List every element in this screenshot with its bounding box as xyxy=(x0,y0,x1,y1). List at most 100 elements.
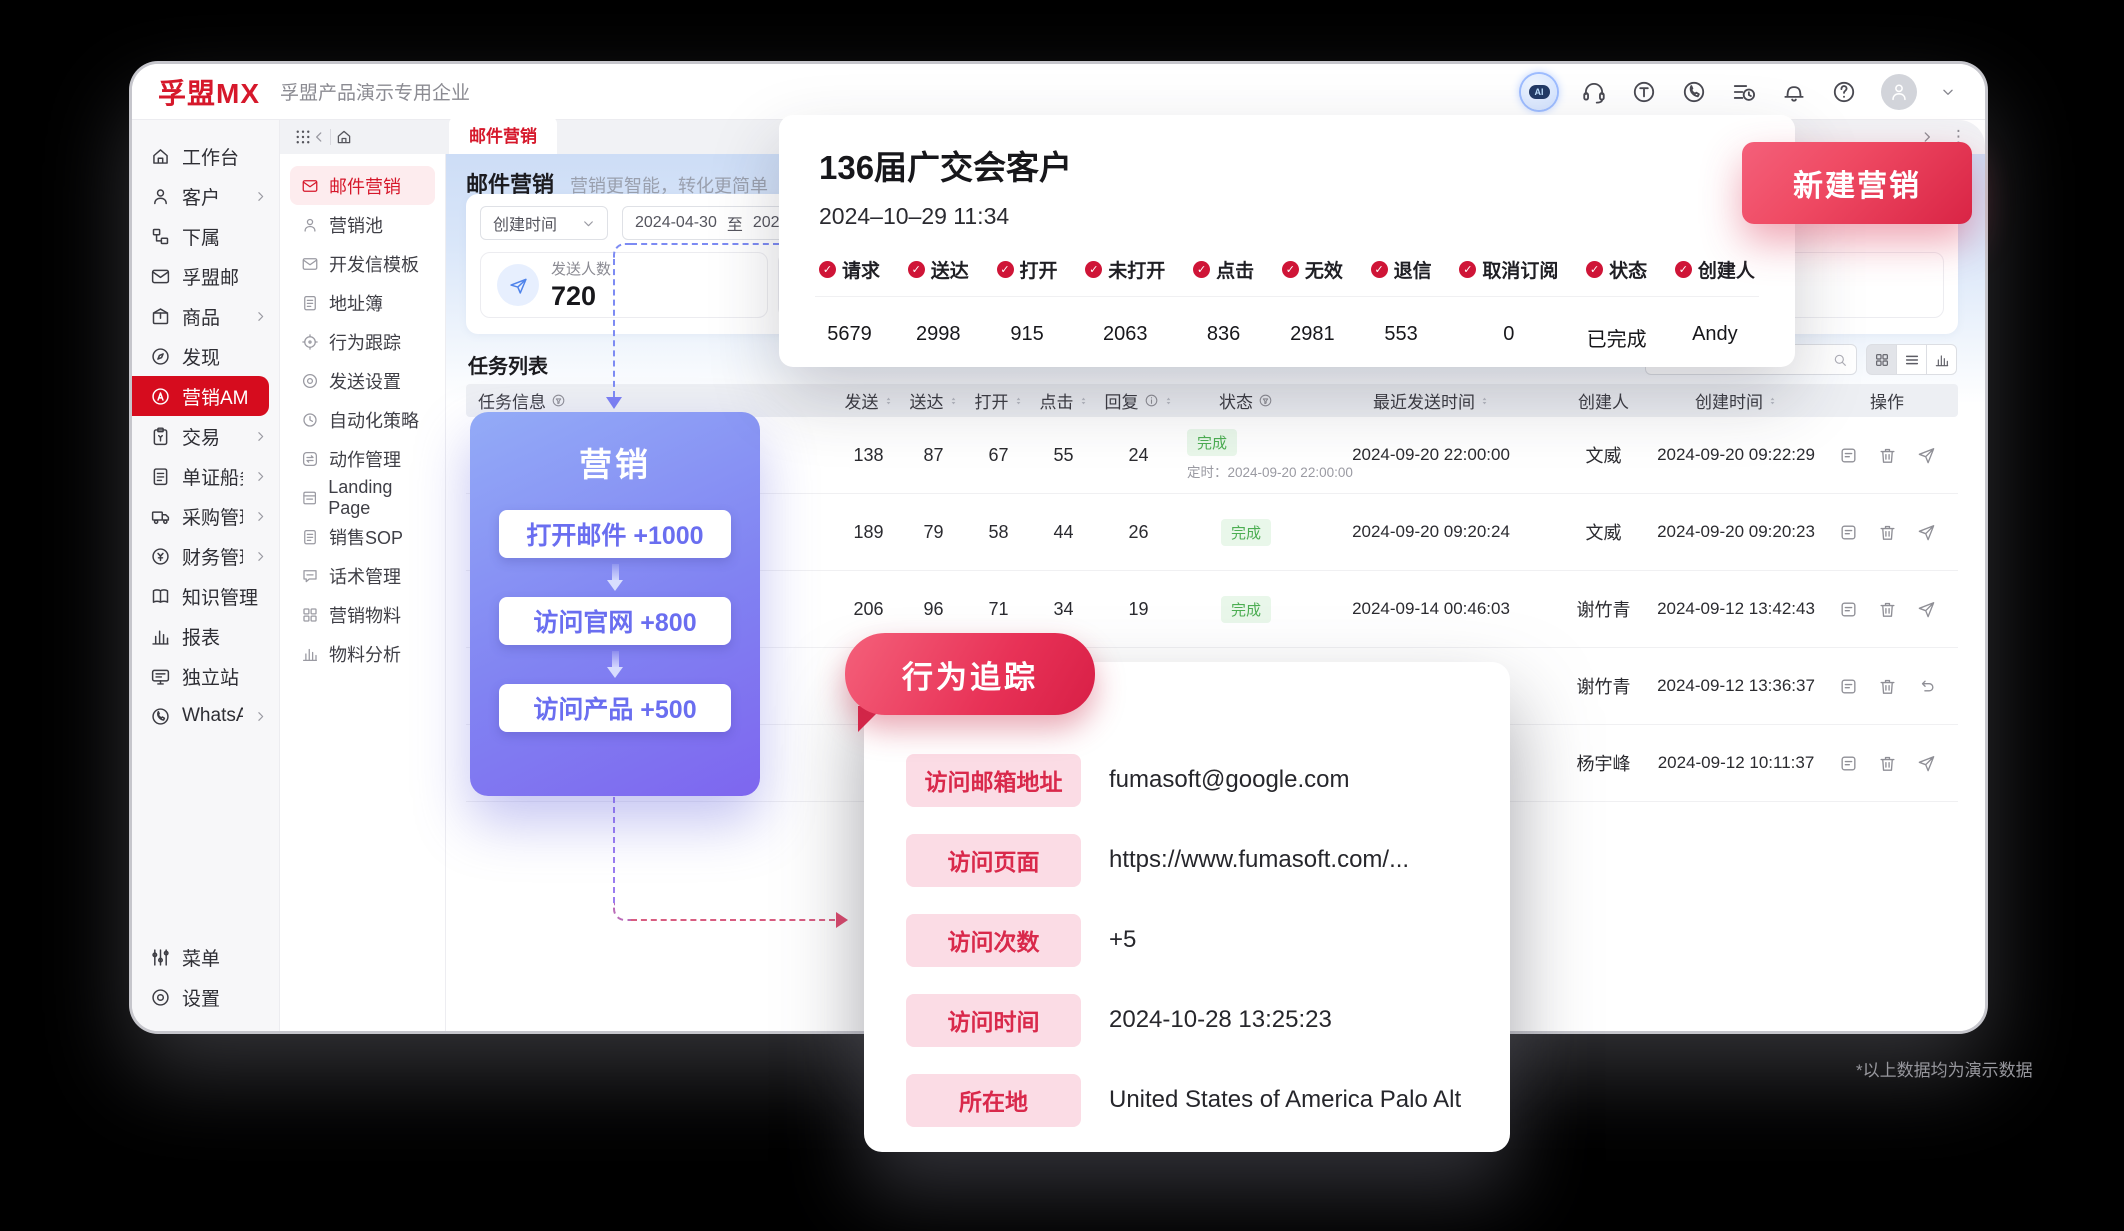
subnav-item-marketing-materials[interactable]: 营销物料 xyxy=(290,595,435,634)
send-icon[interactable] xyxy=(1917,446,1936,465)
stat-value: 720 xyxy=(551,281,611,312)
filter-funnel-icon[interactable] xyxy=(551,393,566,408)
sidebar-item-subordinates[interactable]: 下属 xyxy=(132,216,279,256)
sidebar-item-trade[interactable]: 交易 xyxy=(132,416,279,456)
sidebar-item-knowledge[interactable]: 知识管理 xyxy=(132,576,279,616)
subnav-item-send-settings[interactable]: 发送设置 xyxy=(290,361,435,400)
tracking-row: 所在地 United States of America Palo Alt xyxy=(864,1060,1510,1140)
history-list-icon[interactable] xyxy=(1731,79,1757,105)
sort-icon[interactable] xyxy=(1480,394,1489,408)
mail-icon xyxy=(301,177,319,195)
undo-icon[interactable] xyxy=(1917,677,1936,696)
tracking-row: 访问次数 +5 xyxy=(864,900,1510,980)
divider xyxy=(815,296,1759,297)
note-icon[interactable] xyxy=(1839,600,1858,619)
sidebar-item-settings[interactable]: 设置 xyxy=(132,977,279,1017)
trash-icon[interactable] xyxy=(1878,754,1897,773)
new-campaign-button[interactable]: 新建营销 xyxy=(1742,142,1972,224)
note-icon[interactable] xyxy=(1839,754,1858,773)
card-view-button[interactable] xyxy=(1866,344,1897,375)
send-icon[interactable] xyxy=(1917,600,1936,619)
check-icon: ✓ xyxy=(1586,261,1603,278)
tracking-label: 访问次数 xyxy=(906,914,1081,967)
sidebar-item-fumeng-mail[interactable]: 孚盟邮 xyxy=(132,256,279,296)
trash-icon[interactable] xyxy=(1878,677,1897,696)
sidebar-item-procurement[interactable]: 采购管理 xyxy=(132,496,279,536)
tracking-label: 访问时间 xyxy=(906,994,1081,1047)
notifications-bell-icon[interactable] xyxy=(1781,79,1807,105)
home-icon[interactable] xyxy=(335,128,353,146)
subnav-item-dev-letter-template[interactable]: 开发信模板 xyxy=(290,244,435,283)
app-launcher-icon[interactable] xyxy=(294,128,312,146)
campaign-stats-card: 136届广交会客户 2024–10–29 11:34 ✓请求5679 ✓送达29… xyxy=(779,115,1795,367)
note-icon[interactable] xyxy=(1839,446,1858,465)
campaign-title: 136届广交会客户 xyxy=(819,141,1755,189)
subnav-item-behavior-tracking[interactable]: 行为跟踪 xyxy=(290,322,435,361)
flow-step-visit-site: 访问官网 +800 xyxy=(499,597,731,645)
divider xyxy=(330,129,331,145)
headset-support-icon[interactable] xyxy=(1581,79,1607,105)
topbar-icons: AI xyxy=(1521,74,1955,110)
note-icon[interactable] xyxy=(1839,677,1858,696)
sidebar-item-discover[interactable]: 发现 xyxy=(132,336,279,376)
note-icon[interactable] xyxy=(1839,523,1858,542)
send-icon[interactable] xyxy=(1917,754,1936,773)
sort-icon[interactable] xyxy=(1079,394,1088,408)
book-icon xyxy=(150,586,171,607)
chart-view-button[interactable] xyxy=(1926,344,1957,375)
filter-field-select[interactable]: 创建时间 xyxy=(480,206,608,240)
sidebar-item-whatsapp[interactable]: WhatsAp... xyxy=(132,696,279,736)
info-icon[interactable] xyxy=(1144,393,1159,408)
sidebar-item-customers[interactable]: 客户 xyxy=(132,176,279,216)
send-icon[interactable] xyxy=(1917,523,1936,542)
sort-icon[interactable] xyxy=(949,394,958,408)
subnav-item-email-marketing[interactable]: 邮件营销 xyxy=(290,166,435,205)
subnav-item-address-book[interactable]: 地址簿 xyxy=(290,283,435,322)
flow-step-visit-product: 访问产品 +500 xyxy=(499,684,731,732)
sidebar: 工作台 客户 下属 孚盟邮 商品 发现 营销AM 交易 单证船务 采购管理 财务… xyxy=(132,120,280,1031)
trash-icon[interactable] xyxy=(1878,523,1897,542)
trash-icon[interactable] xyxy=(1878,446,1897,465)
sort-icon[interactable] xyxy=(884,394,893,408)
check-icon: ✓ xyxy=(908,261,925,278)
sidebar-item-standalone-site[interactable]: 独立站 xyxy=(132,656,279,696)
sidebar-item-marketing-am[interactable]: 营销AM xyxy=(132,376,269,416)
filter-funnel-icon[interactable] xyxy=(1258,393,1273,408)
tracking-row: 访问邮箱地址 fumasoft@google.com xyxy=(864,740,1510,820)
sidebar-item-reports[interactable]: 报表 xyxy=(132,616,279,656)
sort-icon[interactable] xyxy=(1164,394,1173,408)
chevron-left-icon[interactable] xyxy=(312,128,326,146)
whatsapp-icon xyxy=(150,706,171,727)
avatar[interactable] xyxy=(1881,74,1917,110)
chevron-right-icon xyxy=(254,470,267,483)
chevron-down-icon[interactable] xyxy=(1941,85,1955,99)
sort-icon[interactable] xyxy=(1014,394,1023,408)
subnav-item-script-management[interactable]: 话术管理 xyxy=(290,556,435,595)
help-icon[interactable] xyxy=(1831,79,1857,105)
sidebar-item-docs-shipping[interactable]: 单证船务 xyxy=(132,456,279,496)
sort-icon[interactable] xyxy=(1768,394,1777,408)
company-name: 孚盟产品演示专用企业 xyxy=(280,78,470,105)
sidebar-item-products[interactable]: 商品 xyxy=(132,296,279,336)
search-icon[interactable] xyxy=(1832,352,1848,368)
whatsapp-icon[interactable] xyxy=(1681,79,1707,105)
subnav-item-landing-page[interactable]: Landing Page xyxy=(290,478,435,517)
list-view-button[interactable] xyxy=(1896,344,1927,375)
ai-assistant-icon[interactable]: AI xyxy=(1521,74,1557,110)
tab-email-marketing[interactable]: 邮件营销 xyxy=(449,116,557,154)
subnav-item-sales-sop[interactable]: 销售SOP xyxy=(290,517,435,556)
sidebar-item-workbench[interactable]: 工作台 xyxy=(132,136,279,176)
subnav-item-material-analysis[interactable]: 物料分析 xyxy=(290,634,435,673)
sidebar-item-finance[interactable]: 财务管理 xyxy=(132,536,279,576)
check-icon: ✓ xyxy=(1085,261,1102,278)
trash-icon[interactable] xyxy=(1878,600,1897,619)
tracking-label: 访问邮箱地址 xyxy=(906,754,1081,807)
subnav-item-action-management[interactable]: 动作管理 xyxy=(290,439,435,478)
sidebar-item-menu[interactable]: 菜单 xyxy=(132,937,279,977)
subnav-item-automation-strategy[interactable]: 自动化策略 xyxy=(290,400,435,439)
behavior-tracking-card: 访问邮箱地址 fumasoft@google.com 访问页面 https://… xyxy=(864,662,1510,1152)
behavior-tracking-badge: 行为追踪 xyxy=(845,633,1095,715)
translate-icon[interactable] xyxy=(1631,79,1657,105)
status-badge: 完成 xyxy=(1221,596,1271,623)
subnav-item-marketing-pool[interactable]: 营销池 xyxy=(290,205,435,244)
